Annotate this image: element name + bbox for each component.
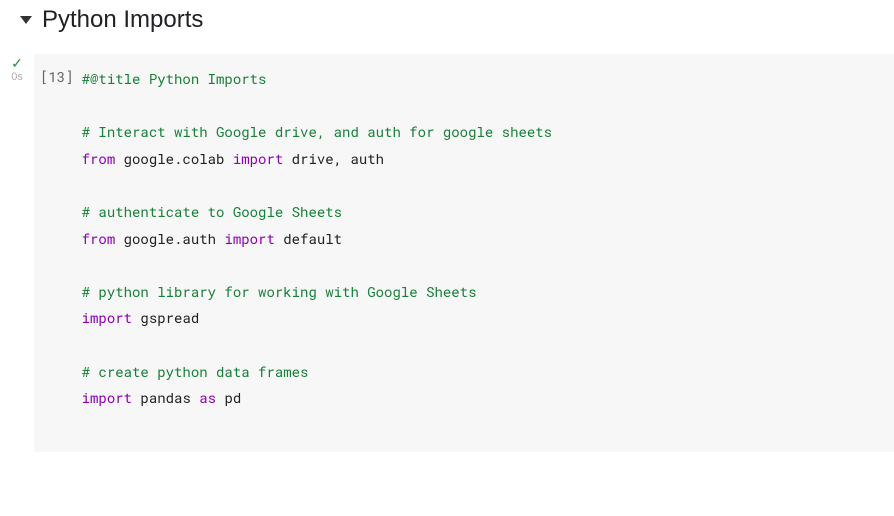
code-ident: default bbox=[275, 229, 342, 248]
code-cell: ✓ 0s [13] #@title Python Imports # Inter… bbox=[0, 40, 894, 452]
code-ident: pandas bbox=[132, 388, 199, 407]
code-ident: drive, auth bbox=[283, 149, 384, 168]
caret-down-icon[interactable] bbox=[20, 16, 32, 24]
cell-body: [13] #@title Python Imports # Interact w… bbox=[34, 54, 894, 452]
code-keyword: from bbox=[82, 229, 116, 248]
code-editor[interactable]: #@title Python Imports # Interact with G… bbox=[82, 54, 894, 452]
cell-gutter: ✓ 0s bbox=[0, 54, 34, 452]
code-keyword: import bbox=[82, 388, 132, 407]
code-comment: # python library for working with Google… bbox=[82, 282, 477, 301]
code-ident: gspread bbox=[132, 308, 199, 327]
code-keyword: import bbox=[233, 149, 283, 168]
code-keyword: import bbox=[224, 229, 274, 248]
code-ident: google.auth bbox=[115, 229, 224, 248]
code-comment: # authenticate to Google Sheets bbox=[82, 202, 342, 221]
section-title: Python Imports bbox=[42, 6, 203, 34]
exec-count[interactable]: [13] bbox=[34, 54, 82, 452]
code-ident: pd bbox=[216, 388, 241, 407]
check-icon: ✓ bbox=[11, 56, 23, 70]
code-ident: google.colab bbox=[115, 149, 233, 168]
code-keyword: from bbox=[82, 149, 116, 168]
code-keyword: as bbox=[199, 388, 216, 407]
section-header: Python Imports bbox=[0, 0, 894, 40]
code-comment: # Interact with Google drive, and auth f… bbox=[82, 122, 552, 141]
exec-time-label: 0s bbox=[11, 72, 23, 83]
code-comment: # create python data frames bbox=[82, 362, 309, 381]
code-comment: #@title Python Imports bbox=[82, 69, 267, 88]
code-keyword: import bbox=[82, 308, 132, 327]
